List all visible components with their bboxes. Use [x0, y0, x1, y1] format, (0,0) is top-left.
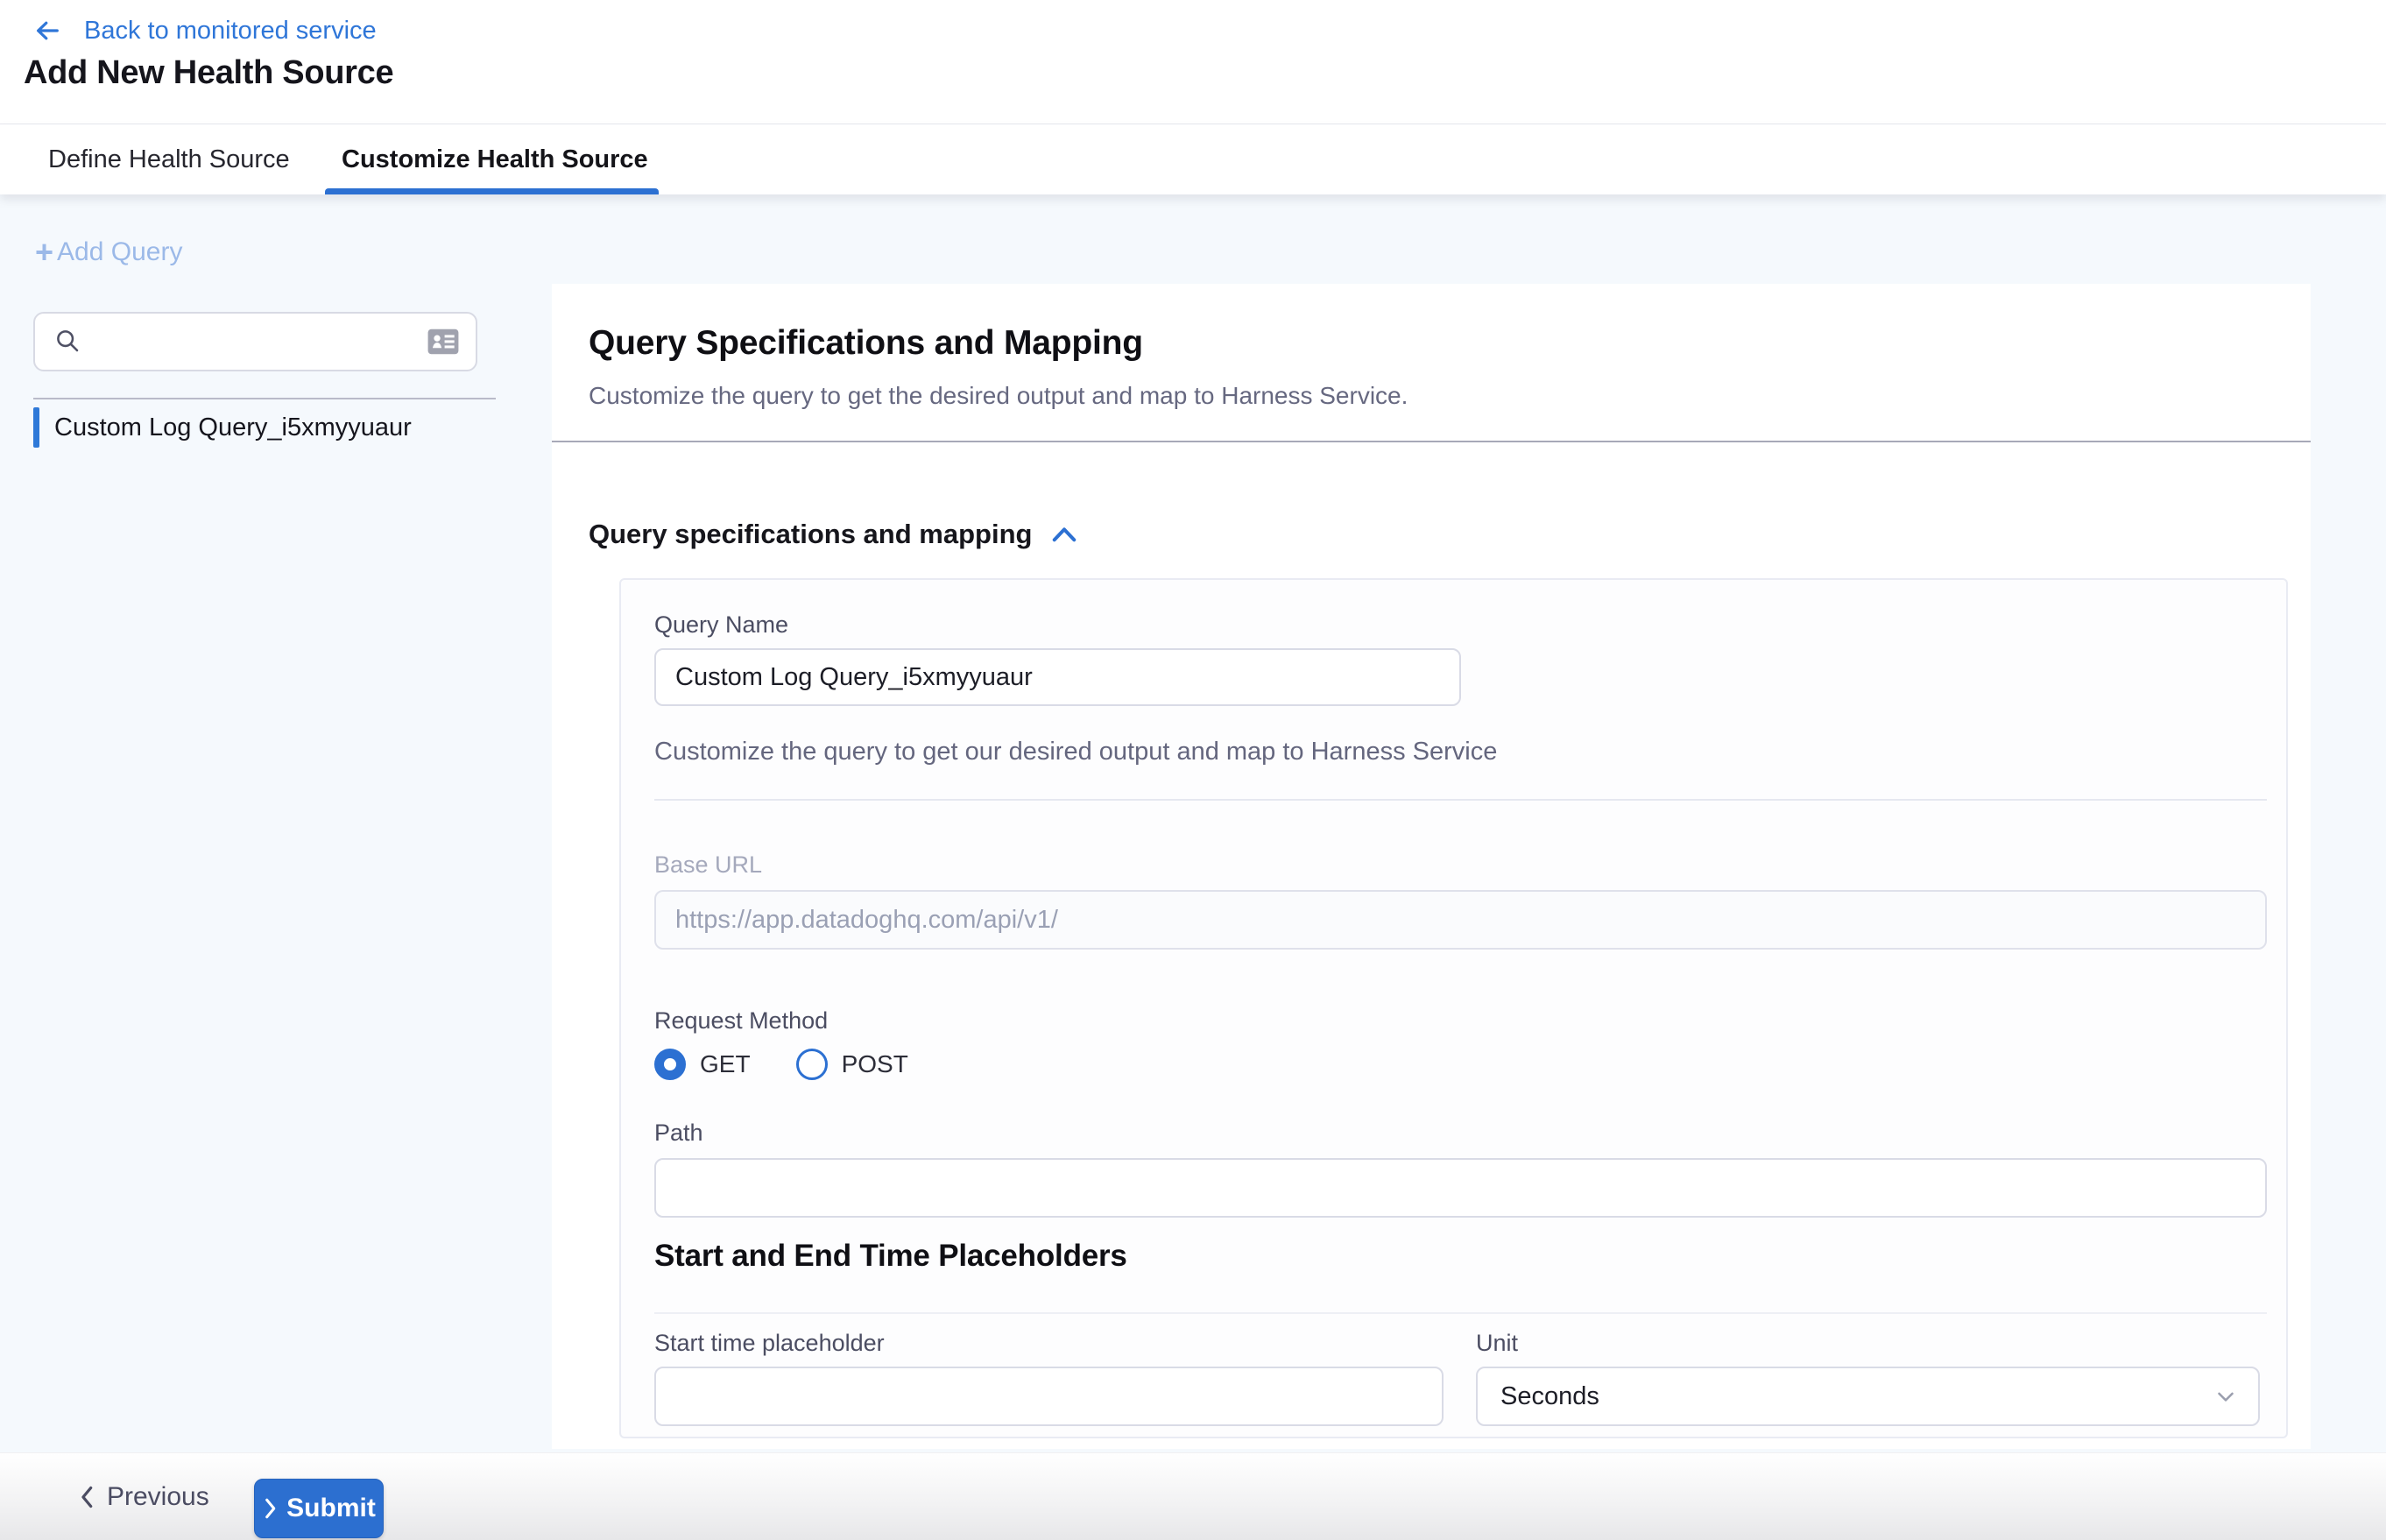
chevron-right-icon: [262, 1497, 279, 1520]
unit-selected-value: Seconds: [1500, 1382, 1599, 1411]
unit-label: Unit: [1476, 1330, 1518, 1357]
query-name-label: Query Name: [654, 611, 788, 639]
radio-post-label[interactable]: POST: [842, 1050, 908, 1078]
search-input[interactable]: [96, 328, 427, 356]
footer-bar: Previous Submit: [0, 1452, 2386, 1540]
tab-define-label: Define Health Source: [48, 145, 290, 174]
content-area: + Add Query Custom Log Query_i5xmyyuaur: [0, 194, 2386, 1452]
sidebar-divider: [33, 398, 496, 399]
query-spec-panel: Query Specifications and Mapping Customi…: [552, 284, 2311, 1449]
card-view-icon[interactable]: [427, 328, 460, 356]
plus-icon: +: [35, 237, 53, 268]
start-time-input[interactable]: [654, 1367, 1444, 1426]
add-health-source-page: Back to monitored service Add New Health…: [0, 0, 2386, 1540]
panel-header-divider: [552, 441, 2311, 442]
arrow-left-icon: [33, 18, 61, 44]
page-header: Back to monitored service Add New Health…: [0, 0, 2386, 124]
request-method-label: Request Method: [654, 1007, 828, 1035]
active-tab-underline: [325, 188, 659, 194]
back-link[interactable]: Back to monitored service: [33, 14, 377, 47]
panel-subtitle: Customize the query to get the desired o…: [589, 382, 1408, 410]
base-url-input: [654, 890, 2267, 950]
query-form-card: Query Name Customize the query to get ou…: [619, 578, 2288, 1438]
tab-bar: Define Health Source Customize Health So…: [0, 124, 2386, 194]
base-url-label: Base URL: [654, 851, 762, 879]
radio-post[interactable]: [796, 1049, 828, 1080]
section-collapse-toggle[interactable]: Query specifications and mapping: [589, 519, 1077, 550]
tab-define-health-source[interactable]: Define Health Source: [48, 124, 290, 194]
time-placeholders-divider: [654, 1312, 2267, 1314]
selected-indicator-bar: [33, 407, 39, 448]
query-list-item[interactable]: Custom Log Query_i5xmyyuaur: [33, 405, 412, 450]
query-name-help-text: Customize the query to get our desired o…: [654, 738, 1497, 766]
tab-customize-label: Customize Health Source: [342, 145, 648, 174]
query-item-label: Custom Log Query_i5xmyyuaur: [54, 413, 412, 442]
page-title: Add New Health Source: [24, 54, 393, 92]
submit-label: Submit: [286, 1494, 376, 1523]
query-search-box: [33, 312, 477, 371]
radio-get[interactable]: [654, 1049, 686, 1080]
back-link-label: Back to monitored service: [84, 14, 377, 47]
path-input[interactable]: [654, 1158, 2267, 1218]
previous-label: Previous: [107, 1482, 209, 1512]
panel-title: Query Specifications and Mapping: [589, 324, 1143, 363]
submit-button[interactable]: Submit: [254, 1479, 384, 1538]
time-placeholders-title: Start and End Time Placeholders: [654, 1239, 1127, 1274]
chevron-left-icon: [77, 1485, 96, 1509]
request-method-radio-group: GET POST: [654, 1046, 908, 1083]
chevron-down-icon: [2213, 1383, 2239, 1409]
unit-select[interactable]: Seconds: [1476, 1367, 2260, 1426]
add-query-button[interactable]: + Add Query: [35, 237, 182, 268]
radio-get-label[interactable]: GET: [700, 1050, 751, 1078]
search-icon: [54, 328, 82, 356]
add-query-label: Add Query: [57, 237, 182, 267]
start-time-label: Start time placeholder: [654, 1330, 885, 1357]
section-title: Query specifications and mapping: [589, 519, 1032, 550]
chevron-up-icon: [1051, 525, 1077, 544]
form-divider: [654, 799, 2267, 801]
path-label: Path: [654, 1120, 703, 1147]
query-name-input[interactable]: [654, 648, 1461, 706]
previous-button[interactable]: Previous: [77, 1453, 209, 1540]
tab-customize-health-source[interactable]: Customize Health Source: [342, 124, 648, 194]
